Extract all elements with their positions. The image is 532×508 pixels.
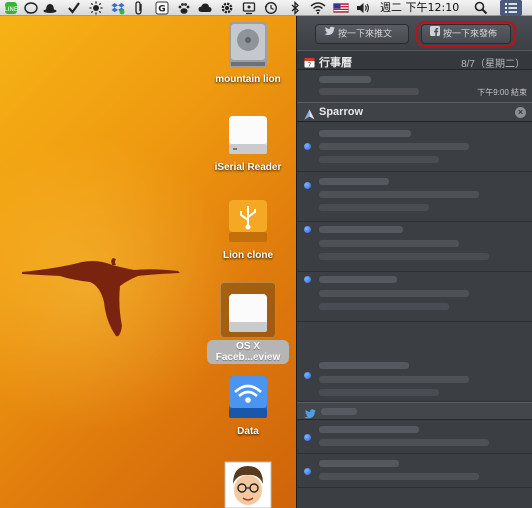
desktop-icon-label: iSerial Reader — [214, 162, 282, 173]
menu-bar: LINE G 週二 下午12:10 — [0, 0, 532, 16]
g-app-icon[interactable]: G — [155, 1, 169, 15]
mail-notification-row[interactable] — [297, 222, 532, 272]
blurred-subject — [319, 143, 469, 150]
svg-text:LINE: LINE — [4, 6, 18, 13]
avatar-icon — [223, 460, 273, 508]
tweet-button[interactable]: 按一下來推文 — [315, 24, 409, 44]
calendar-event[interactable]: 下午9:00 結束 — [297, 70, 532, 104]
blurred-preview — [319, 303, 449, 310]
red-highlight-ring — [416, 21, 516, 47]
flag-us-icon[interactable] — [333, 1, 349, 15]
tweet-button-label: 按一下來推文 — [338, 29, 393, 40]
cloud-icon[interactable] — [198, 1, 212, 15]
sparrow-section-header[interactable]: Sparrow × — [297, 102, 532, 122]
blurred-tweet-text — [319, 439, 489, 446]
unread-dot-icon — [304, 226, 311, 233]
blurred-subject — [319, 240, 459, 247]
unread-dot-icon — [304, 468, 311, 475]
unread-dot-icon — [304, 143, 311, 150]
twitter-section-header[interactable] — [297, 402, 532, 420]
share-buttons-bar: 按一下來推文 按一下來發佈 — [297, 16, 532, 50]
unread-dot-icon — [304, 434, 311, 441]
desktop-icon-avatar[interactable] — [200, 460, 296, 508]
blurred-sender — [319, 276, 397, 283]
screen-icon[interactable] — [242, 1, 256, 15]
bluetooth-icon[interactable] — [288, 1, 302, 15]
dropbox-icon[interactable] — [111, 1, 125, 15]
calendar-date: 8/7（星期二） — [461, 59, 525, 70]
desktop-icon-label: mountain lion — [215, 74, 281, 85]
paw-icon[interactable] — [177, 1, 191, 15]
desktop-icon-label-line1: OS X — [236, 341, 260, 352]
time-machine-icon[interactable] — [264, 1, 278, 15]
desktop-icon-label-line2: Faceb...eview — [215, 352, 281, 363]
search-icon[interactable] — [474, 1, 488, 15]
blurred-sender — [319, 130, 411, 137]
blurred-tweet-author — [319, 426, 419, 433]
close-icon[interactable]: × — [515, 107, 526, 118]
hard-drive-icon — [223, 20, 273, 70]
network-drive-icon — [223, 372, 273, 422]
desktop-icon-label: Data — [237, 426, 259, 437]
desktop-icon-label: Lion clone — [223, 250, 273, 261]
blurred-sender — [319, 178, 389, 185]
blurred-event-detail — [319, 88, 419, 95]
unread-dot-icon — [304, 372, 311, 379]
checkmark-icon[interactable] — [67, 1, 81, 15]
heron-silhouette — [22, 258, 180, 337]
desktop-icon-mountain-lion[interactable]: mountain lion — [200, 20, 296, 86]
mail-notification-row[interactable] — [297, 322, 532, 402]
blurred-preview — [319, 253, 489, 260]
external-drive-icon — [223, 286, 273, 336]
bowler-hat-icon[interactable] — [43, 1, 57, 15]
desktop-icon-osx-facebook-preview[interactable] — [200, 286, 296, 336]
usb-drive-icon — [223, 196, 273, 246]
blurred-tweet-text — [319, 473, 479, 480]
svg-text:G: G — [158, 5, 165, 15]
tweet-row[interactable] — [297, 420, 532, 454]
blurred-tweet-author — [319, 460, 399, 467]
sparrow-title: Sparrow — [319, 106, 364, 118]
menubar-clock[interactable]: 週二 下午12:10 — [380, 1, 459, 15]
blurred-subject — [319, 376, 469, 383]
sun-icon[interactable] — [89, 1, 103, 15]
svg-text:7: 7 — [308, 63, 312, 69]
unread-dot-icon — [304, 276, 311, 283]
blurred-preview — [319, 156, 439, 163]
calendar-title: 行事曆 — [319, 57, 352, 69]
external-drive-icon — [223, 108, 273, 158]
blurred-event-title — [319, 76, 371, 83]
blurred-twitter-title — [321, 408, 357, 415]
selected-icon-label: OS X Faceb...eview — [207, 340, 289, 364]
blurred-preview — [319, 389, 439, 396]
calendar-event-time: 下午9:00 結束 — [477, 88, 527, 97]
blurred-subject — [319, 290, 469, 297]
blurred-sender — [319, 226, 403, 233]
gear-icon[interactable] — [220, 1, 234, 15]
notification-center: 按一下來推文 按一下來發佈 7 行事曆 8/7（星期二） 下午9:00 結束 S… — [296, 16, 532, 508]
mail-notification-row[interactable] — [297, 122, 532, 172]
desktop[interactable]: mountain lion iSerial Reader Lion clone — [0, 16, 296, 508]
desktop-icon-lion-clone[interactable]: Lion clone — [200, 196, 296, 262]
mail-notification-row[interactable] — [297, 172, 532, 222]
blurred-preview — [319, 204, 429, 211]
calendar-section-header[interactable]: 7 行事曆 8/7（星期二） — [297, 50, 532, 70]
notification-list-icon[interactable] — [500, 0, 522, 16]
blurred-sender — [319, 362, 409, 369]
volume-icon[interactable] — [356, 1, 370, 15]
unread-dot-icon — [304, 182, 311, 189]
paperclip-icon[interactable] — [132, 1, 146, 15]
mail-notification-row[interactable] — [297, 272, 532, 322]
blurred-subject — [319, 191, 479, 198]
wifi-icon[interactable] — [310, 1, 326, 15]
chat-icon[interactable] — [24, 1, 38, 15]
tweet-row[interactable] — [297, 454, 532, 488]
twitter-bird-icon — [324, 25, 335, 43]
desktop-icon-iserial-reader[interactable]: iSerial Reader — [200, 108, 296, 174]
desktop-icon-data[interactable]: Data — [200, 372, 296, 438]
line-icon[interactable]: LINE — [4, 1, 18, 15]
